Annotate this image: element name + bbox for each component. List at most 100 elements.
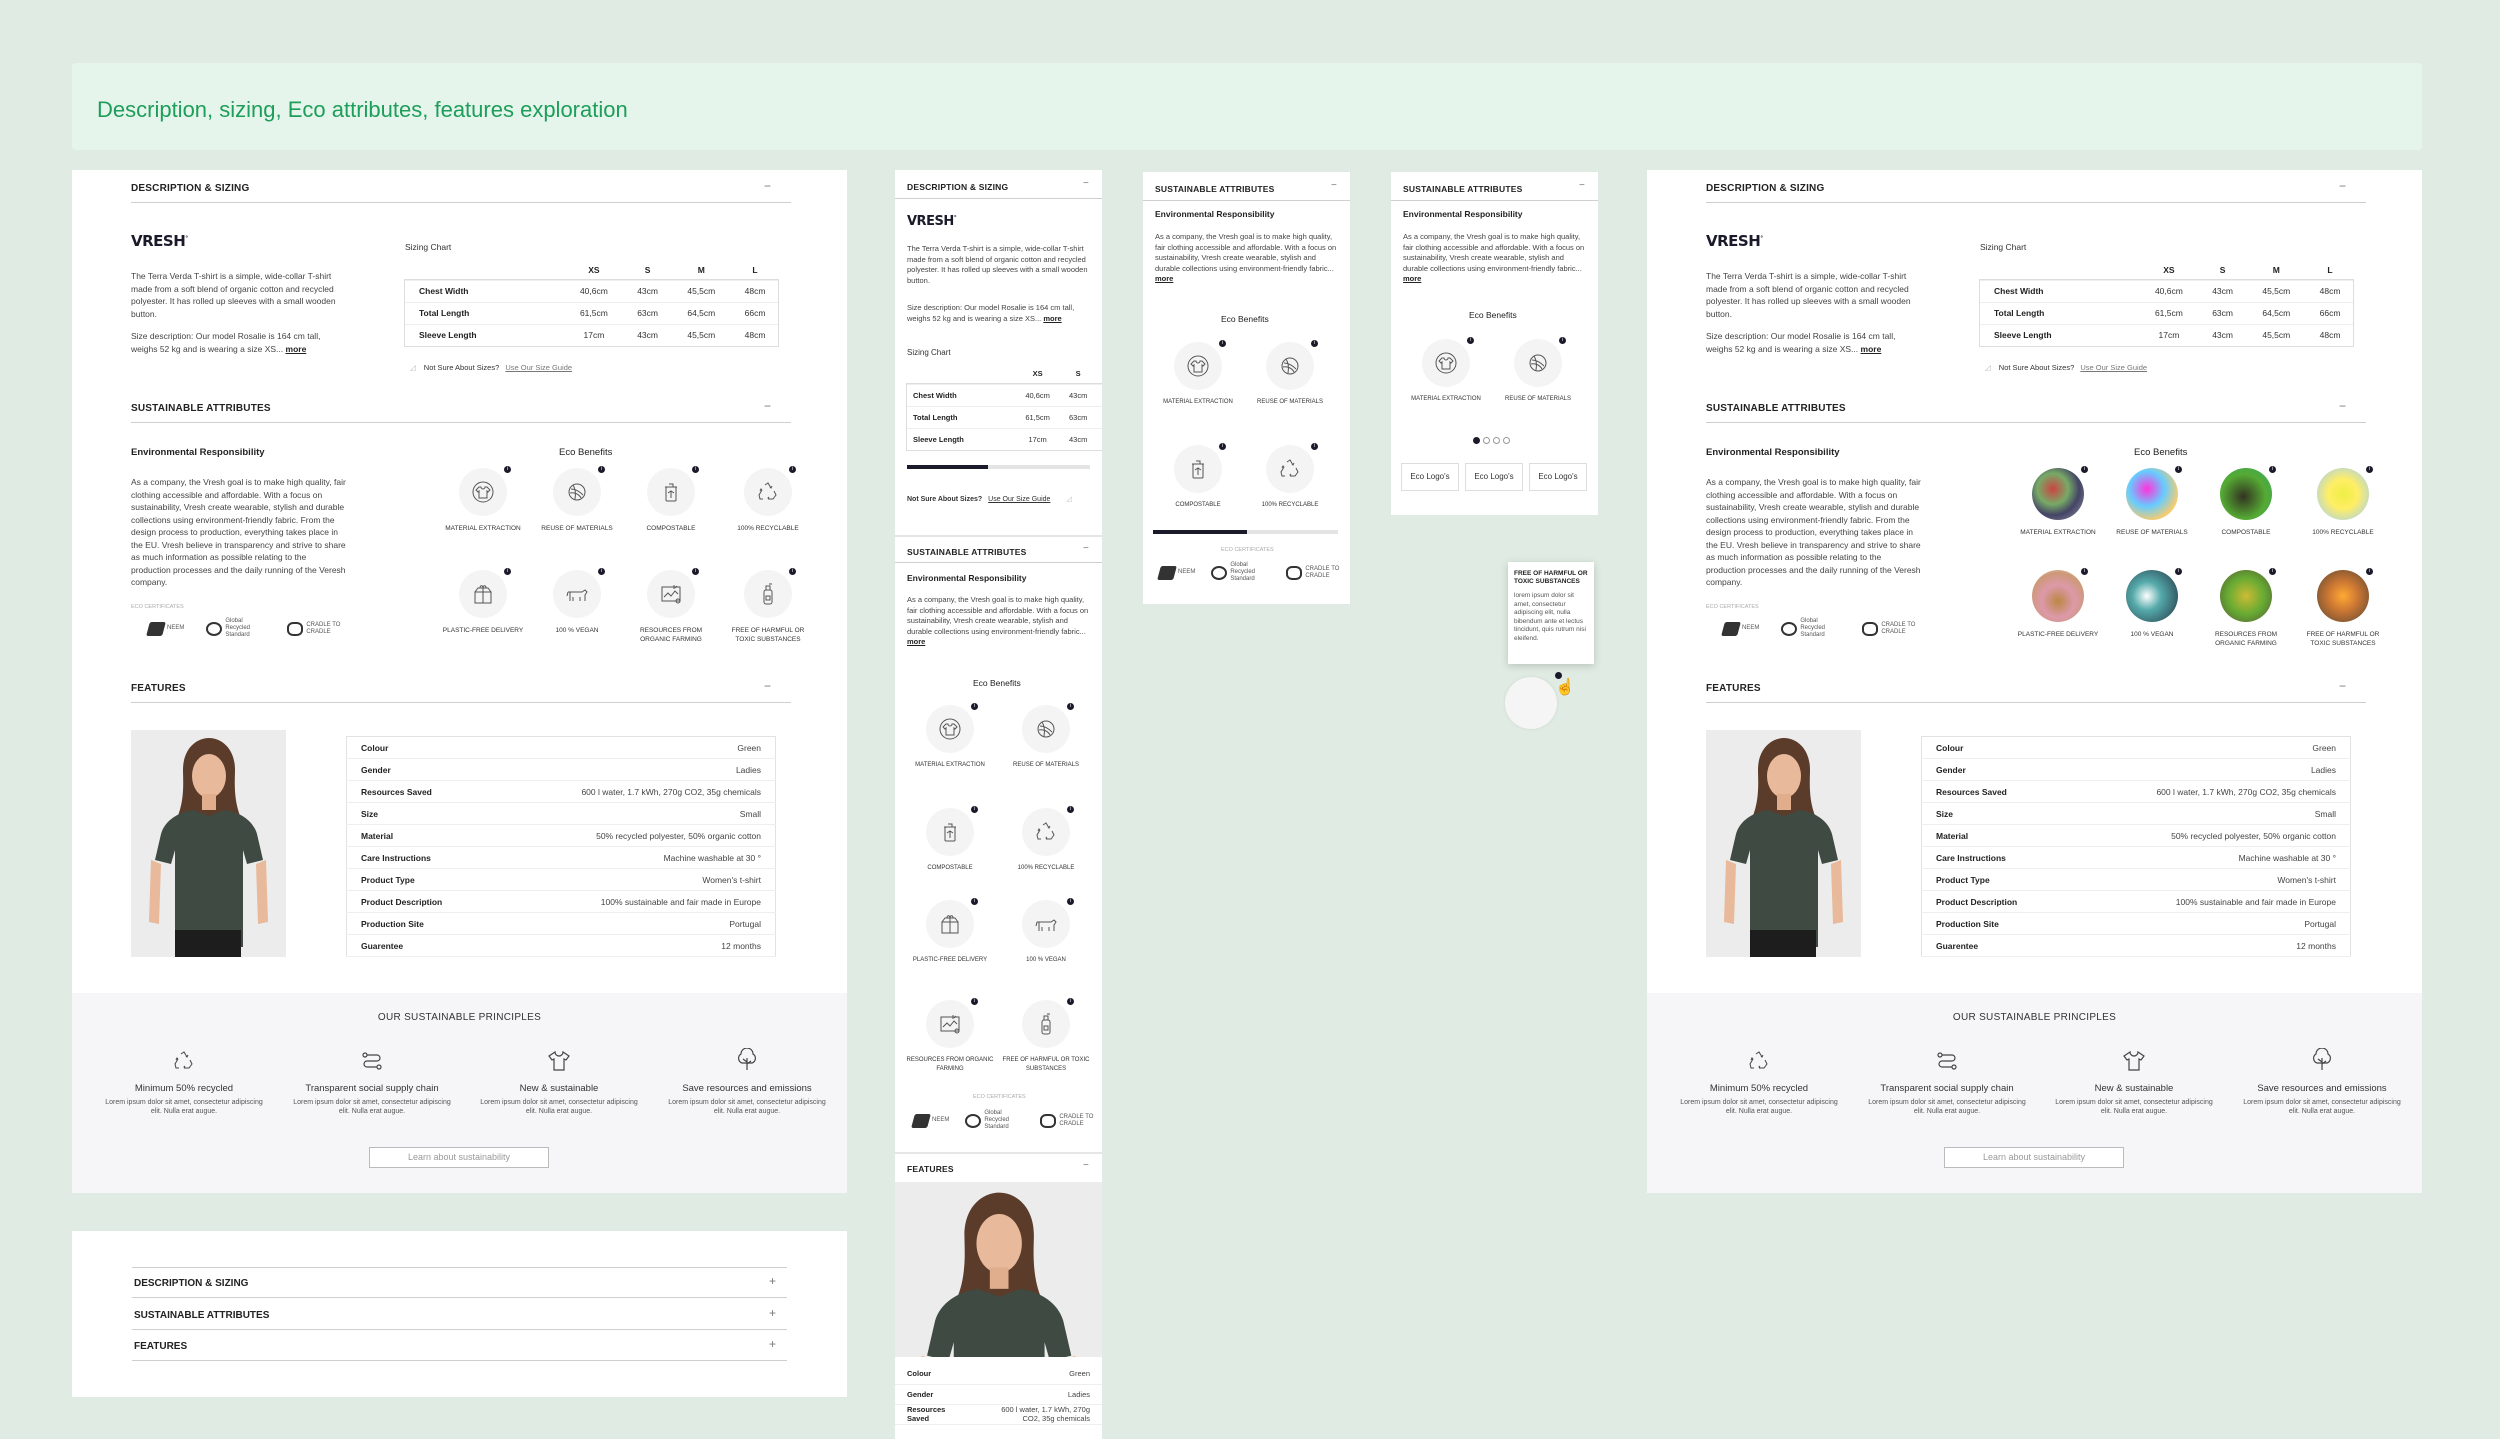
info-dot-icon[interactable]: i xyxy=(1219,340,1226,347)
expand-icon[interactable]: + xyxy=(769,1337,776,1351)
collapse-icon[interactable]: − xyxy=(764,679,771,693)
collapse-icon[interactable]: − xyxy=(2339,399,2346,413)
collapse-icon[interactable]: − xyxy=(1579,180,1585,191)
eco-benefit-item[interactable]: i COMPOSTABLE xyxy=(1153,443,1243,510)
section-header-description[interactable]: DESCRIPTION & SIZING xyxy=(907,182,1008,192)
eco-benefit-item[interactable]: i PLASTIC-FREE DELIVERY xyxy=(905,898,995,965)
collapse-icon[interactable]: − xyxy=(1083,178,1089,189)
carousel-dot[interactable] xyxy=(1483,437,1490,444)
eco-logo-pill[interactable]: Eco Logo's xyxy=(1401,463,1459,491)
info-dot-icon[interactable]: i xyxy=(2175,568,2182,575)
eco-benefit-item[interactable]: i 100% RECYCLABLE xyxy=(723,466,813,533)
eco-benefit-item[interactable]: i 100% RECYCLABLE xyxy=(1245,443,1335,510)
learn-sustainability-button[interactable]: Learn about sustainability xyxy=(1944,1147,2124,1168)
eco-benefit-item[interactable]: i PLASTIC-FREE DELIVERY xyxy=(438,568,528,635)
eco-benefit-item[interactable]: i MATERIAL EXTRACTION xyxy=(1153,340,1243,407)
section-header-sustainable[interactable]: SUSTAINABLE ATTRIBUTES xyxy=(907,547,1026,557)
section-header-features[interactable]: FEATURES xyxy=(1706,683,1761,694)
info-dot-icon[interactable]: i xyxy=(789,568,796,575)
info-dot-icon[interactable]: i xyxy=(598,568,605,575)
more-link[interactable]: more xyxy=(1403,274,1421,283)
info-dot-icon[interactable]: i xyxy=(971,703,978,710)
info-dot-icon[interactable]: i xyxy=(1067,806,1074,813)
section-header-description[interactable]: DESCRIPTION & SIZING xyxy=(1706,183,1824,194)
info-dot-icon[interactable]: i xyxy=(971,998,978,1005)
size-guide-link[interactable]: Use Our Size Guide xyxy=(505,363,572,372)
collapse-icon[interactable]: − xyxy=(2339,179,2346,193)
eco-benefit-item[interactable]: i COMPOSTABLE xyxy=(626,466,716,533)
eco-benefit-item[interactable]: i MATERIAL EXTRACTION xyxy=(2013,466,2103,537)
collapse-icon[interactable]: − xyxy=(2339,679,2346,693)
info-dot-icon[interactable]: i xyxy=(2269,466,2276,473)
info-dot-icon[interactable]: i xyxy=(1067,998,1074,1005)
eco-logo-pill[interactable]: Eco Logo's xyxy=(1529,463,1587,491)
info-dot-icon[interactable]: i xyxy=(1067,703,1074,710)
info-dot-icon[interactable]: i xyxy=(598,466,605,473)
accordion-features[interactable]: FEATURES xyxy=(134,1341,187,1352)
info-dot-icon[interactable]: i xyxy=(1311,443,1318,450)
collapse-icon[interactable]: − xyxy=(764,179,771,193)
info-dot-icon[interactable]: i xyxy=(2081,466,2088,473)
collapse-icon[interactable]: − xyxy=(764,399,771,413)
info-dot-icon[interactable]: i xyxy=(1467,337,1474,344)
eco-benefit-item[interactable]: i REUSE OF MATERIALS xyxy=(1001,703,1091,770)
section-header-description[interactable]: DESCRIPTION & SIZING xyxy=(131,183,249,194)
carousel-dot[interactable] xyxy=(1503,437,1510,444)
info-dot-icon[interactable]: i xyxy=(2269,568,2276,575)
section-header-sustainable[interactable]: SUSTAINABLE ATTRIBUTES xyxy=(1155,184,1274,194)
more-link[interactable]: more xyxy=(286,344,307,354)
accordion-description[interactable]: DESCRIPTION & SIZING xyxy=(134,1278,248,1289)
section-header-features[interactable]: FEATURES xyxy=(131,683,186,694)
more-link[interactable]: more xyxy=(907,637,925,646)
eco-benefit-item[interactable]: i 100 % VEGAN xyxy=(2107,568,2197,639)
collapse-icon[interactable]: − xyxy=(1083,1160,1089,1171)
eco-benefit-item[interactable]: i 100 % VEGAN xyxy=(532,568,622,635)
eco-benefit-item[interactable]: i RESOURCES FROM ORGANIC FARMING xyxy=(905,998,995,1074)
info-dot-icon[interactable]: i xyxy=(1067,898,1074,905)
scroll-progress[interactable] xyxy=(907,465,1090,469)
eco-benefit-item[interactable]: i MATERIAL EXTRACTION xyxy=(905,703,995,770)
info-dot-icon[interactable]: i xyxy=(789,466,796,473)
carousel-dot[interactable] xyxy=(1473,437,1480,444)
eco-benefit-item[interactable]: i 100% RECYCLABLE xyxy=(1001,806,1091,873)
eco-benefit-item[interactable]: i FREE OF HARMFUL OR TOXIC SUBSTANCES xyxy=(2298,568,2388,648)
section-header-sustainable[interactable]: SUSTAINABLE ATTRIBUTES xyxy=(1403,184,1522,194)
eco-benefit-item[interactable]: i REUSE OF MATERIALS xyxy=(1493,337,1583,404)
carousel-dot[interactable] xyxy=(1493,437,1500,444)
eco-benefit-item[interactable]: i COMPOSTABLE xyxy=(2201,466,2291,537)
more-link[interactable]: more xyxy=(1155,274,1173,283)
info-dot-icon[interactable]: i xyxy=(971,806,978,813)
section-header-features[interactable]: FEATURES xyxy=(907,1164,954,1174)
eco-benefit-item[interactable]: i MATERIAL EXTRACTION xyxy=(438,466,528,533)
accordion-sustainable[interactable]: SUSTAINABLE ATTRIBUTES xyxy=(134,1310,269,1321)
eco-benefit-item[interactable]: i REUSE OF MATERIALS xyxy=(532,466,622,533)
info-dot-icon[interactable]: i xyxy=(1219,443,1226,450)
section-header-sustainable[interactable]: SUSTAINABLE ATTRIBUTES xyxy=(1706,403,1846,414)
eco-benefit-item[interactable]: i COMPOSTABLE xyxy=(905,806,995,873)
eco-benefit-item[interactable]: i FREE OF HARMFUL OR TOXIC SUBSTANCES xyxy=(1001,998,1091,1074)
info-dot-icon[interactable]: i xyxy=(692,466,699,473)
more-link[interactable]: more xyxy=(1861,344,1882,354)
eco-benefit-item[interactable]: i MATERIAL EXTRACTION xyxy=(1401,337,1491,404)
info-dot-icon[interactable]: i xyxy=(2366,466,2373,473)
info-dot-icon[interactable]: i xyxy=(504,466,511,473)
info-dot-icon[interactable]: i xyxy=(2175,466,2182,473)
eco-benefit-item[interactable]: i FREE OF HARMFUL OR TOXIC SUBSTANCES xyxy=(723,568,813,644)
info-dot-icon[interactable]: i xyxy=(2366,568,2373,575)
eco-benefit-item[interactable]: i REUSE OF MATERIALS xyxy=(1245,340,1335,407)
eco-logo-pill[interactable]: Eco Logo's xyxy=(1465,463,1523,491)
expand-icon[interactable]: + xyxy=(769,1274,776,1288)
expand-icon[interactable]: + xyxy=(769,1306,776,1320)
eco-benefit-item[interactable]: i RESOURCES FROM ORGANIC FARMING xyxy=(626,568,716,644)
info-dot-icon[interactable]: i xyxy=(971,898,978,905)
info-dot-icon[interactable]: i xyxy=(504,568,511,575)
collapse-icon[interactable]: − xyxy=(1331,180,1337,191)
info-dot-icon[interactable]: i xyxy=(692,568,699,575)
collapse-icon[interactable]: − xyxy=(1083,543,1089,554)
more-link[interactable]: more xyxy=(1043,314,1061,323)
learn-sustainability-button[interactable]: Learn about sustainability xyxy=(369,1147,549,1168)
eco-benefit-item[interactable]: i 100% RECYCLABLE xyxy=(2298,466,2388,537)
size-guide-link[interactable]: Use Our Size Guide xyxy=(2080,363,2147,372)
eco-benefit-item[interactable]: i REUSE OF MATERIALS xyxy=(2107,466,2197,537)
carousel-dots[interactable] xyxy=(1473,437,1510,444)
